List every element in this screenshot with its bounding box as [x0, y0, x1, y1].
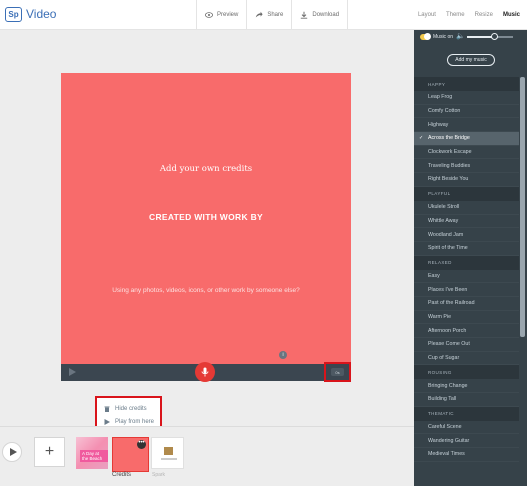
song-item[interactable]: Careful Scene [414, 421, 519, 435]
slide-duration-highlight[interactable]: 0s [324, 362, 351, 382]
song-item[interactable]: Clockwork Escape [414, 146, 519, 160]
song-item[interactable]: Please Come Out [414, 338, 519, 352]
slide-duration[interactable]: 0s [331, 368, 344, 376]
trash-icon [104, 406, 110, 412]
hide-credits-label: Hide credits [115, 405, 147, 412]
tab-music[interactable]: Music [503, 12, 520, 18]
eye-icon [205, 12, 213, 18]
song-item[interactable]: Afternoon Porch [414, 324, 519, 338]
volume-knob[interactable] [491, 33, 499, 40]
credits-thumbnail-label: Credits [112, 472, 132, 478]
add-slide-button[interactable]: + [34, 437, 65, 467]
song-item[interactable]: Medieval Times [414, 448, 519, 462]
app-title: Video [26, 7, 57, 21]
slide-thumbnail-outro[interactable] [151, 437, 184, 469]
music-sidebar: Music on 🔈 Add my music HAPPY Leap Frog Co… [414, 30, 527, 486]
outro-thumbnail-label: Spark [152, 472, 166, 478]
download-button[interactable]: Download [292, 0, 347, 30]
share-button[interactable]: Share [247, 0, 293, 30]
song-item[interactable]: Comfy Cotton [414, 105, 519, 119]
song-item[interactable]: Across the Bridge [414, 132, 519, 146]
category-header: THEMATIC [414, 406, 519, 421]
tab-bar: Layout Theme Resize Music [418, 0, 520, 30]
share-icon [256, 11, 263, 18]
microphone-icon [201, 367, 209, 377]
app-logo[interactable]: Sp [5, 7, 22, 22]
preview-button[interactable]: Preview [197, 0, 248, 30]
song-item[interactable]: Cup of Sugar [414, 352, 519, 366]
play-icon[interactable] [69, 368, 76, 376]
tab-resize[interactable]: Resize [475, 12, 493, 18]
more-options-icon[interactable]: ••• [137, 440, 146, 449]
credits-question: Using any photos, videos, icons, or othe… [112, 287, 300, 294]
song-item[interactable]: Easy [414, 270, 519, 284]
song-item[interactable]: Woodland Jam [414, 228, 519, 242]
category-header: PLAYFUL [414, 186, 519, 201]
song-item[interactable]: Bringing Change [414, 379, 519, 394]
music-toggle[interactable]: Music on [420, 33, 454, 40]
credits-title[interactable]: Add your own credits [61, 164, 351, 174]
category-header: HAPPY [414, 77, 519, 91]
tab-layout[interactable]: Layout [418, 12, 436, 18]
share-label: Share [267, 12, 284, 18]
thumbnail-title: A Day at the Beach [80, 450, 108, 462]
top-bar: Sp Video Preview Share Download Layout T… [0, 0, 527, 30]
credits-slide[interactable]: Add your own credits CREATED WITH WORK B… [61, 73, 351, 364]
download-label: Download [312, 12, 340, 18]
volume-slider[interactable] [467, 33, 513, 40]
song-item[interactable]: Warm Pie [414, 311, 519, 325]
category-header: ROUSING [414, 365, 519, 380]
song-item[interactable]: Whittle Away [414, 215, 519, 229]
category-header: RELAXED [414, 255, 519, 270]
song-item[interactable]: Spirit of the Time [414, 242, 519, 256]
slide-thumbnail-1[interactable]: A Day at the Beach [76, 437, 108, 469]
toggle-switch[interactable] [420, 33, 431, 40]
hide-credits-item[interactable]: Hide credits [97, 402, 160, 415]
credits-subtitle: CREATED WITH WORK BY [149, 212, 263, 222]
player-controls [61, 362, 351, 382]
filmstrip: + A Day at the Beach ••• Credits Spark [0, 426, 414, 486]
song-item[interactable]: Wandering Guitar [414, 434, 519, 449]
outro-logo [164, 447, 173, 455]
song-item[interactable]: Highway [414, 118, 519, 133]
song-item[interactable]: Building Tall [414, 393, 519, 407]
tab-theme[interactable]: Theme [446, 12, 465, 18]
song-item[interactable]: Places I've Been [414, 283, 519, 297]
music-toggle-label: Music on [433, 34, 454, 40]
app-root: Sp Video Preview Share Download Layout T… [0, 0, 527, 486]
song-item[interactable]: Leap Frog [414, 91, 519, 105]
song-item[interactable]: Ukulele Stroll [414, 201, 519, 215]
play-from-here-label: Play from here [115, 418, 155, 425]
slide-thumbnail-credits[interactable]: ••• [112, 437, 149, 472]
song-item[interactable]: Past of the Railroad [414, 297, 519, 311]
music-list: HAPPYLeap FrogComfy CottonHighwayAcross … [414, 77, 519, 486]
info-icon[interactable]: i [279, 351, 287, 359]
scrollbar[interactable] [520, 77, 525, 337]
speaker-icon: 🔈 [456, 33, 465, 40]
song-item[interactable]: Right Beside You [414, 173, 519, 187]
workspace: Add your own credits CREATED WITH WORK B… [0, 30, 414, 432]
play-icon [104, 418, 110, 425]
toolbar: Preview Share Download [196, 0, 349, 30]
outro-line [161, 458, 177, 460]
record-voice-button[interactable] [195, 362, 215, 382]
song-item[interactable]: Traveling Buddies [414, 159, 519, 174]
play-all-button[interactable] [2, 442, 22, 462]
preview-label: Preview [217, 12, 239, 18]
add-my-music-button[interactable]: Add my music [447, 54, 495, 66]
download-icon [301, 11, 308, 19]
